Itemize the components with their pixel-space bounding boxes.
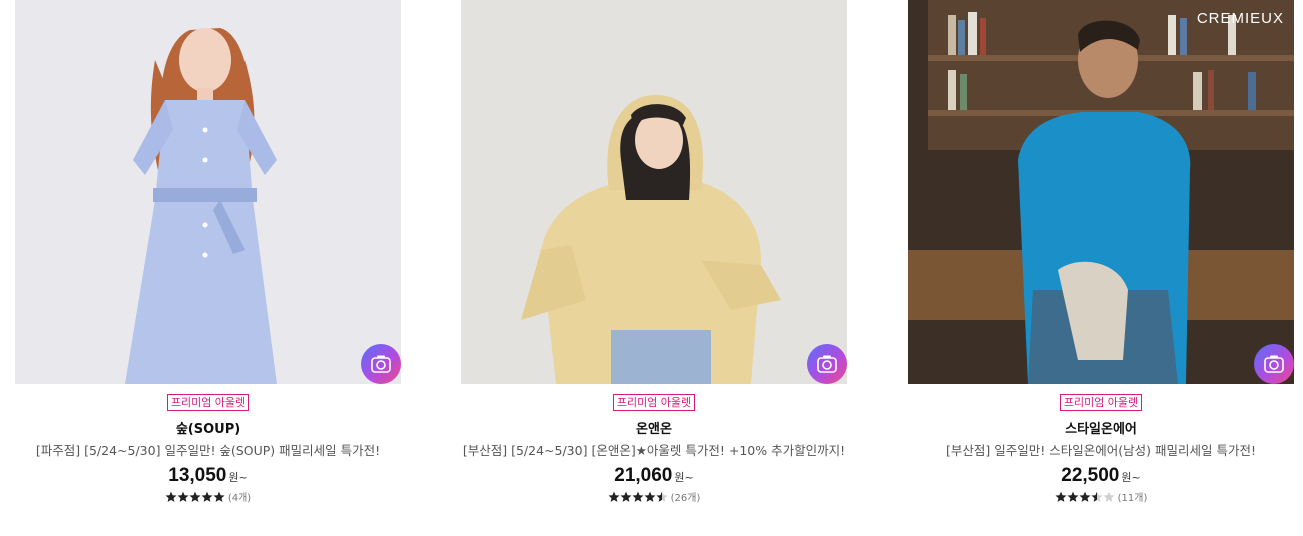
star-rating — [608, 491, 668, 503]
price-unit: 원~ — [1121, 471, 1141, 484]
review-count[interactable]: (26개) — [671, 489, 701, 504]
brand-name[interactable]: 온앤온 — [461, 418, 847, 437]
price-row: 21,060 원~ — [461, 465, 847, 487]
price: 13,050 — [168, 465, 227, 486]
brand-name[interactable]: 스타일온에어 — [908, 418, 1294, 437]
product-image[interactable]: CREMIEUX — [908, 0, 1294, 384]
camera-icon — [371, 355, 391, 373]
camera-search-button[interactable] — [1254, 344, 1294, 384]
product-title[interactable]: [파주점] [5/24~5/30] 일주일만! 숲(SOUP) 패밀리세일 특가… — [15, 440, 401, 459]
product-image[interactable] — [461, 0, 847, 384]
star-icon — [1091, 491, 1103, 502]
star-icon — [644, 491, 656, 502]
camera-icon — [1264, 355, 1284, 373]
premium-outlet-badge: 프리미엄 아울렛 — [1059, 394, 1143, 411]
price-unit: 원~ — [228, 471, 248, 484]
price-row: 13,050 원~ — [15, 465, 401, 487]
star-icon — [165, 491, 177, 502]
star-icon — [1055, 491, 1067, 502]
star-icon — [1103, 491, 1115, 502]
premium-outlet-badge: 프리미엄 아울렛 — [612, 394, 696, 411]
camera-icon — [817, 355, 837, 373]
star-rating — [1055, 491, 1115, 503]
review-count[interactable]: (4개) — [228, 489, 251, 504]
rating: (26개) — [461, 489, 847, 504]
product-title[interactable]: [부산점] [5/24~5/30] [온앤온]★아울렛 특가전! +10% 추가… — [461, 440, 847, 459]
camera-search-button[interactable] — [361, 344, 401, 384]
product-image[interactable] — [15, 0, 401, 384]
star-icon — [177, 491, 189, 502]
rating: (4개) — [15, 489, 401, 504]
product-card[interactable]: 프리미엄 아울렛 숲(SOUP) [파주점] [5/24~5/30] 일주일만!… — [15, 0, 401, 504]
product-card[interactable]: CREMIEUX 프리미엄 아울렛 스타일온에어 [부산점] 일주일만! 스타일… — [908, 0, 1294, 504]
price: 21,060 — [614, 465, 673, 486]
rating: (11개) — [908, 489, 1294, 504]
premium-outlet-badge: 프리미엄 아울렛 — [166, 394, 250, 411]
camera-search-button[interactable] — [807, 344, 847, 384]
star-icon — [632, 491, 644, 502]
star-icon — [656, 491, 668, 502]
price-row: 22,500 원~ — [908, 465, 1294, 487]
star-icon — [213, 491, 225, 502]
image-brand-text: CREMIEUX — [1196, 10, 1284, 27]
star-icon — [1067, 491, 1079, 502]
star-icon — [201, 491, 213, 502]
product-title[interactable]: [부산점] 일주일만! 스타일온에어(남성) 패밀리세일 특가전! — [908, 440, 1294, 459]
product-photo — [15, 0, 401, 384]
star-icon — [620, 491, 632, 502]
product-photo — [908, 0, 1294, 384]
price: 22,500 — [1061, 465, 1120, 486]
star-rating — [165, 491, 225, 503]
price-unit: 원~ — [674, 471, 694, 484]
star-icon — [189, 491, 201, 502]
brand-name[interactable]: 숲(SOUP) — [15, 418, 401, 437]
product-card[interactable]: 프리미엄 아울렛 온앤온 [부산점] [5/24~5/30] [온앤온]★아울렛… — [461, 0, 847, 504]
review-count[interactable]: (11개) — [1118, 489, 1148, 504]
star-icon — [1079, 491, 1091, 502]
star-icon — [608, 491, 620, 502]
product-photo — [461, 0, 847, 384]
